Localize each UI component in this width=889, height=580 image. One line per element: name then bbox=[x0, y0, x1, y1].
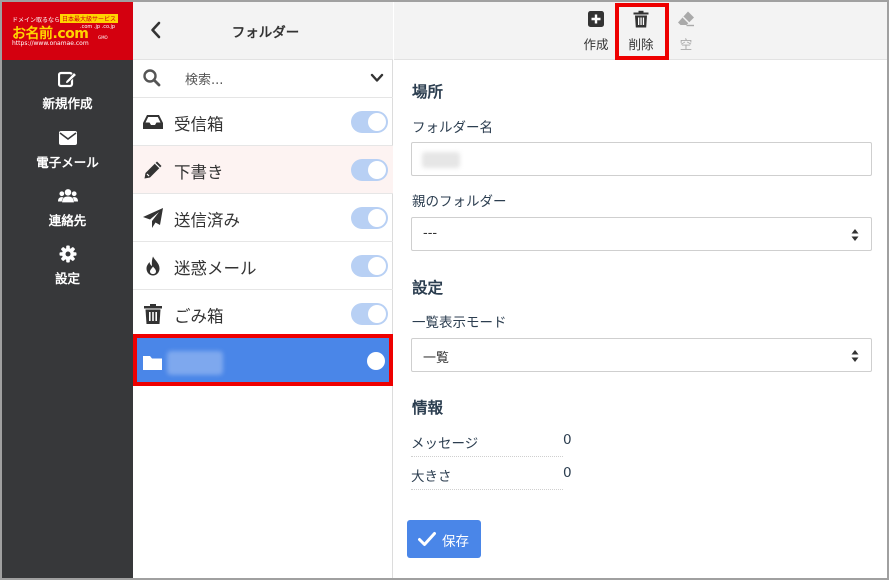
list-mode-value: 一覧 bbox=[423, 351, 450, 366]
logo-company: GMO bbox=[98, 35, 108, 40]
subscribe-toggle[interactable] bbox=[351, 159, 388, 181]
logo-badge: 日本最大級サービス bbox=[60, 14, 119, 23]
parent-folder-select[interactable]: --- bbox=[411, 217, 872, 251]
main-navigation: ドメイン取るなら 日本最大級サービス お名前.com .com .jp .co.… bbox=[2, 2, 133, 578]
onamae-logo[interactable]: ドメイン取るなら 日本最大級サービス お名前.com .com .jp .co.… bbox=[2, 2, 133, 60]
subscribe-toggle[interactable] bbox=[351, 207, 388, 229]
logo-url: https://www.onamae.com bbox=[12, 40, 89, 47]
folder-label: 受信箱 bbox=[174, 115, 224, 134]
empty-folder-button[interactable]: 空 bbox=[664, 8, 708, 56]
nav-mail[interactable]: 電子メール bbox=[2, 129, 133, 171]
size-value: 0 bbox=[563, 465, 572, 481]
folder-row-drafts[interactable]: 下書き bbox=[133, 146, 393, 194]
highlight-delete-button bbox=[615, 3, 669, 60]
messages-value: 0 bbox=[563, 432, 572, 448]
eraser-icon bbox=[678, 11, 694, 27]
toggle-knob bbox=[368, 113, 386, 131]
create-folder-button[interactable]: 作成 bbox=[574, 8, 618, 56]
folder-row-trash[interactable]: ごみ箱 bbox=[133, 290, 393, 338]
save-label: 保存 bbox=[442, 534, 469, 550]
parent-folder-label: 親のフォルダー bbox=[412, 194, 507, 210]
folder-row-inbox[interactable]: 受信箱 bbox=[133, 98, 393, 146]
trash-icon bbox=[144, 304, 162, 324]
folder-label: ごみ箱 bbox=[174, 307, 224, 326]
nav-settings[interactable]: 設定 bbox=[2, 245, 133, 287]
checkmark-icon bbox=[418, 532, 436, 546]
pencil-icon bbox=[144, 161, 162, 179]
save-button[interactable]: 保存 bbox=[407, 520, 481, 558]
users-icon bbox=[57, 189, 78, 203]
settings-heading: 設定 bbox=[412, 279, 444, 297]
folder-row-sent[interactable]: 送信済み bbox=[133, 194, 393, 242]
empty-label: 空 bbox=[679, 37, 693, 52]
folder-list-title: フォルダー bbox=[231, 25, 300, 41]
chevron-down-icon[interactable] bbox=[370, 71, 384, 85]
toggle-knob bbox=[368, 209, 386, 227]
subscribe-toggle[interactable] bbox=[351, 111, 388, 133]
info-heading: 情報 bbox=[412, 399, 444, 417]
paper-plane-icon bbox=[143, 208, 163, 228]
redacted-folder-name bbox=[422, 152, 460, 168]
inbox-icon bbox=[143, 115, 163, 129]
folder-list-panel: フォルダー 検索... 受信箱 下書き 送信済み 迷惑メール ごみ箱 bbox=[133, 2, 393, 578]
parent-folder-value: --- bbox=[423, 226, 438, 241]
fire-icon bbox=[146, 256, 160, 276]
envelope-icon bbox=[58, 131, 77, 145]
folder-row-junk[interactable]: 迷惑メール bbox=[133, 242, 393, 290]
select-arrows-icon bbox=[851, 229, 859, 241]
logo-brand-sub: .com .jp .co.jp bbox=[80, 24, 116, 30]
search-input[interactable]: 検索... bbox=[185, 69, 223, 88]
folder-label: 下書き bbox=[174, 163, 224, 182]
toggle-knob bbox=[368, 257, 386, 275]
info-size-row: 大きさ 0 bbox=[411, 457, 572, 490]
folder-label: 迷惑メール bbox=[174, 259, 257, 278]
subscribe-toggle[interactable] bbox=[351, 255, 388, 277]
highlight-selected-folder bbox=[133, 334, 393, 386]
nav-compose-label: 新規作成 bbox=[42, 96, 93, 111]
select-arrows-icon bbox=[851, 350, 859, 362]
location-heading: 場所 bbox=[412, 83, 444, 101]
search-icon bbox=[143, 69, 161, 87]
create-label: 作成 bbox=[583, 37, 609, 52]
compose-icon bbox=[57, 71, 77, 88]
nav-mail-label: 電子メール bbox=[36, 155, 99, 170]
nav-compose[interactable]: 新規作成 bbox=[2, 70, 133, 112]
folder-search[interactable]: 検索... bbox=[133, 60, 393, 98]
toggle-knob bbox=[368, 161, 386, 179]
list-mode-label: 一覧表示モード bbox=[412, 315, 507, 331]
folder-label: 送信済み bbox=[174, 211, 240, 230]
nav-contacts-label: 連絡先 bbox=[48, 213, 87, 228]
nav-settings-label: 設定 bbox=[54, 271, 80, 286]
gear-icon bbox=[59, 245, 76, 263]
size-label: 大きさ bbox=[411, 469, 452, 485]
toggle-knob bbox=[368, 305, 386, 323]
subscribe-toggle[interactable] bbox=[351, 303, 388, 325]
folder-list-header: フォルダー bbox=[133, 2, 393, 60]
folder-name-label: フォルダー名 bbox=[412, 120, 493, 136]
info-messages-row: メッセージ 0 bbox=[411, 424, 572, 457]
folder-name-input[interactable] bbox=[411, 142, 872, 176]
list-mode-select[interactable]: 一覧 bbox=[411, 338, 872, 372]
messages-label: メッセージ bbox=[411, 436, 479, 452]
nav-contacts[interactable]: 連絡先 bbox=[2, 187, 133, 229]
plus-square-icon bbox=[588, 11, 604, 27]
